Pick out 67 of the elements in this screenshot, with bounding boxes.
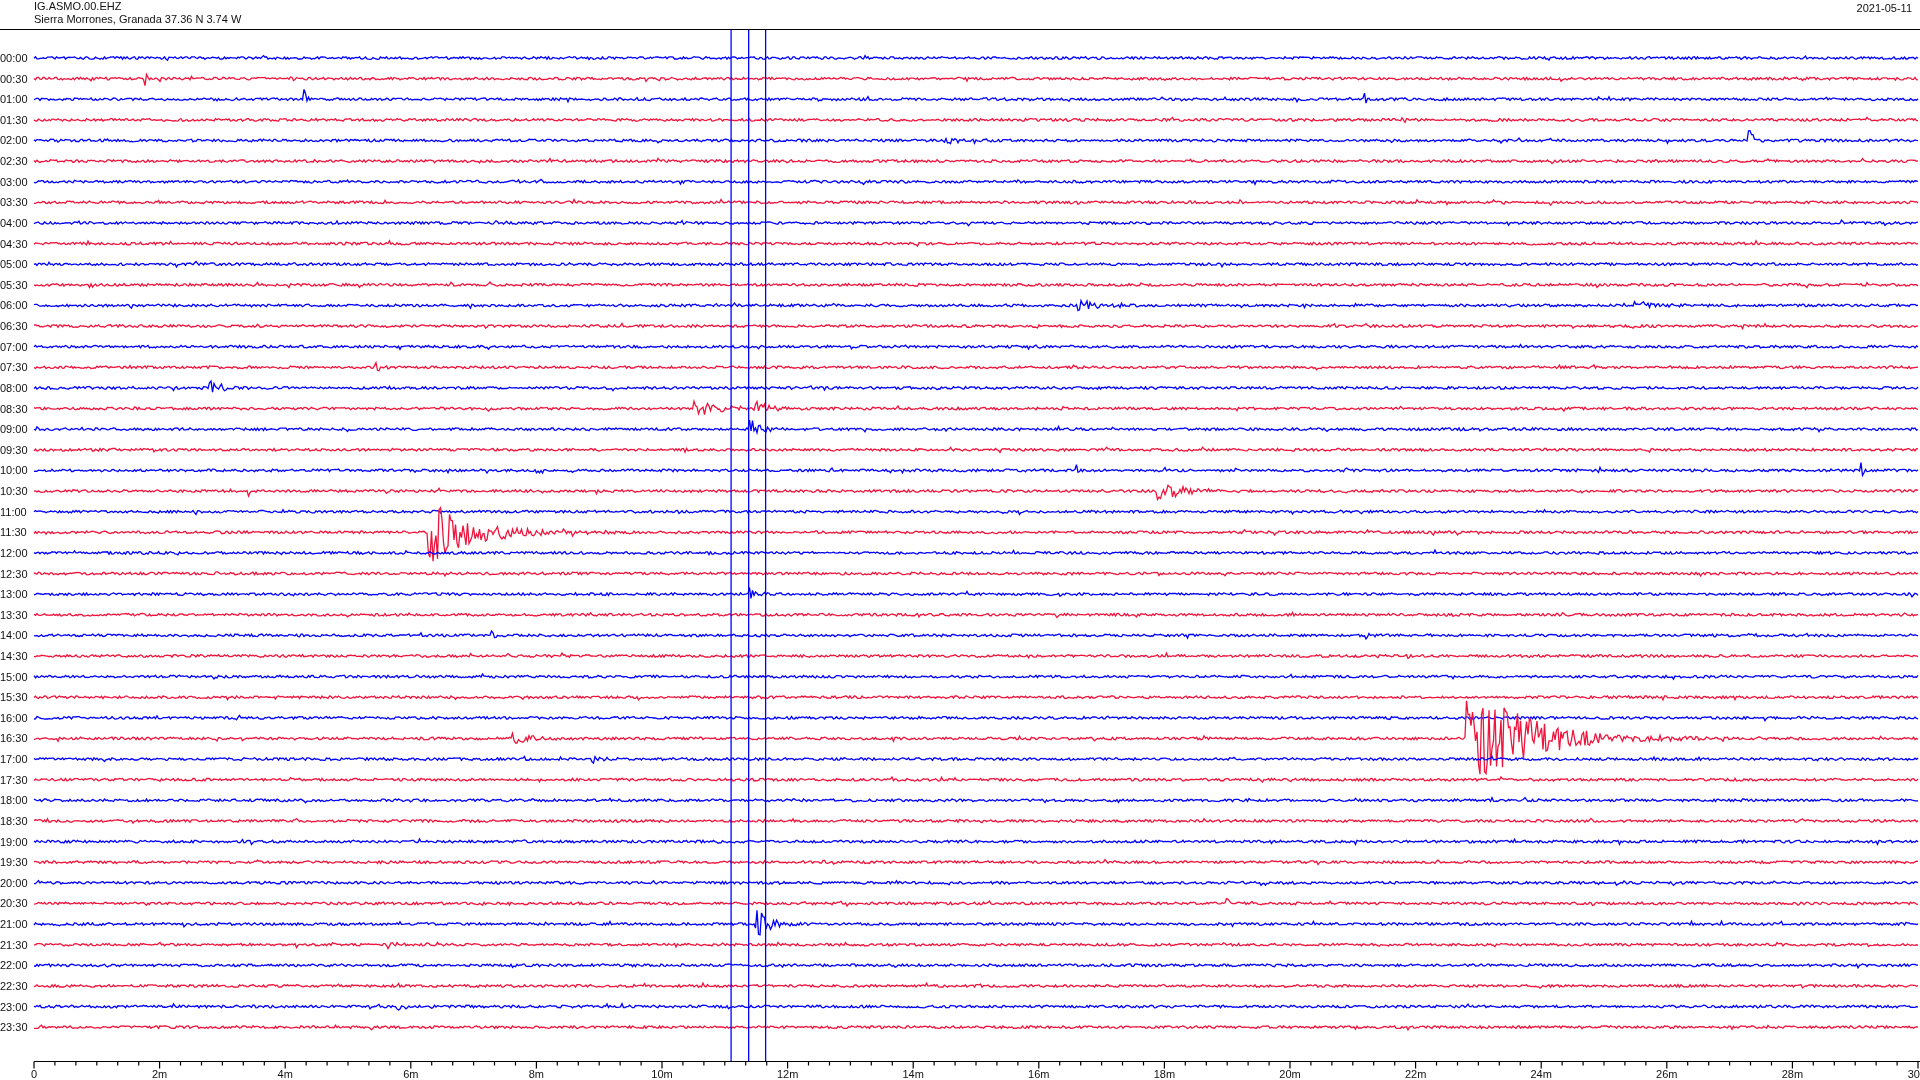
time-label: 08:30 [0, 402, 28, 415]
time-label: 02:00 [0, 134, 28, 147]
time-label: 10:00 [0, 464, 28, 477]
time-label: 05:30 [0, 278, 28, 291]
time-label: 09:00 [0, 423, 28, 436]
axis-tick-label: 30 [1907, 1067, 1920, 1079]
time-label: 04:00 [0, 216, 28, 229]
time-label: 21:00 [0, 918, 28, 931]
time-label: 19:00 [0, 835, 28, 848]
time-label: 12:00 [0, 546, 28, 559]
time-label: 18:00 [0, 794, 28, 807]
time-label: 20:00 [0, 876, 28, 889]
time-label: 08:00 [0, 381, 28, 394]
axis-tick-label: 8m [528, 1067, 545, 1079]
time-label: 15:30 [0, 691, 28, 704]
axis-tick-label: 24m [1530, 1067, 1552, 1079]
time-label: 19:30 [0, 856, 28, 869]
axis-tick-label: 20m [1279, 1067, 1301, 1079]
recording-date: 2021-05-11 [1856, 1, 1912, 16]
axis-tick-label: 6m [403, 1067, 419, 1079]
time-label: 03:00 [0, 175, 28, 188]
time-label: 02:30 [0, 155, 28, 168]
station-code: IG.ASMO.00.EHZ [34, 0, 123, 13]
time-label: 23:30 [0, 1021, 28, 1034]
time-label: 12:30 [0, 567, 28, 580]
time-label: 16:30 [0, 732, 28, 745]
axis-tick-label: 2m [151, 1067, 168, 1079]
time-label: 00:00 [0, 52, 28, 64]
time-label: 20:30 [0, 897, 28, 910]
time-label: 17:00 [0, 753, 28, 766]
axis-tick-label: 14m [902, 1067, 924, 1079]
time-label: 16:00 [0, 711, 28, 724]
axis-tick-label: 10m [651, 1067, 673, 1079]
time-label: 23:00 [0, 1000, 28, 1013]
time-label: 06:00 [0, 299, 28, 312]
time-label: 14:00 [0, 629, 28, 642]
time-label: 00:30 [0, 72, 28, 85]
station-location: Sierra Morrones, Granada 37.36 N 3.74 W [34, 13, 242, 26]
axis-tick-label: 26m [1656, 1067, 1678, 1079]
time-label: 01:00 [0, 93, 28, 106]
time-label: 22:30 [0, 979, 28, 992]
axis-tick-label: 22m [1404, 1067, 1427, 1079]
time-label: 18:30 [0, 814, 28, 827]
time-label: 04:30 [0, 237, 28, 250]
time-label: 11:30 [0, 526, 27, 539]
time-label: 05:00 [0, 258, 28, 271]
axis-tick-label: 18m [1153, 1067, 1176, 1079]
axis-tick-label: 4m [277, 1067, 293, 1079]
time-label: 13:00 [0, 588, 28, 601]
axis-tick-label: 0 [30, 1067, 38, 1079]
time-label: 14:30 [0, 650, 28, 662]
time-label: 07:30 [0, 361, 28, 374]
axis-tick-label: 12m [776, 1067, 799, 1079]
time-label: 06:30 [0, 320, 28, 333]
time-label: 01:30 [0, 113, 28, 126]
time-label: 22:00 [0, 959, 28, 972]
time-label: 03:30 [0, 196, 28, 209]
time-label: 10:30 [0, 485, 28, 497]
time-label: 13:30 [0, 608, 28, 621]
axis-tick-label: 16m [1028, 1067, 1050, 1079]
time-label: 21:30 [0, 938, 28, 951]
time-label: 11:00 [0, 505, 27, 518]
time-label: 15:00 [0, 670, 28, 683]
time-label: 07:00 [0, 340, 28, 353]
time-label: 09:30 [0, 443, 28, 456]
time-label: 17:30 [0, 773, 28, 786]
axis-tick-label: 28m [1781, 1067, 1804, 1079]
